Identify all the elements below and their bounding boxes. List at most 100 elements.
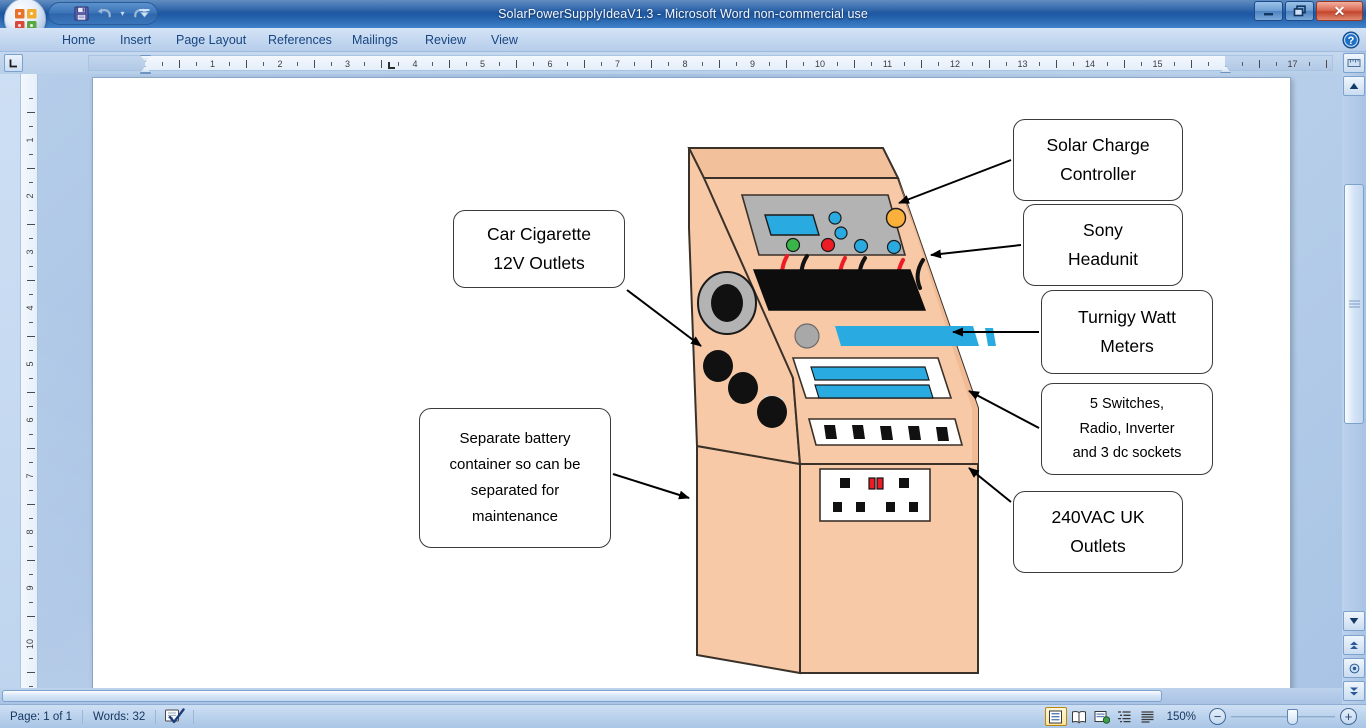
word-application-window: ▾ SolarPowerSupplyIdeaV1.3 - Microsoft W… <box>0 0 1366 728</box>
zoom-slider[interactable] <box>1231 707 1335 727</box>
callout-line: Separate battery <box>459 430 571 448</box>
ruler-tick-mark <box>988 60 990 68</box>
callout-line: Headunit <box>1067 249 1139 269</box>
ruler-tick-mark <box>195 62 197 66</box>
vertical-ruler-tick-mark <box>27 392 35 393</box>
headunit-volume-knob <box>794 323 820 349</box>
full-screen-reading-icon <box>1071 710 1086 723</box>
vertical-ruler-tick-mark <box>27 616 35 617</box>
toggle-ruler-button[interactable] <box>1343 53 1365 73</box>
select-browse-object-button[interactable] <box>1343 658 1365 678</box>
led-red <box>820 237 836 253</box>
ruler-tick-mark <box>1326 60 1328 68</box>
document-page[interactable]: Solar Charge Controller Sony Headunit Tu… <box>92 77 1291 689</box>
vertical-ruler-tick-mark <box>27 168 35 169</box>
callout-line: 240VAC UK <box>1051 507 1145 528</box>
web-layout-view-button[interactable] <box>1091 707 1113 726</box>
callout-line: Sony <box>1083 220 1123 241</box>
callout-line: Turnigy Watt <box>1078 307 1176 328</box>
proofing-status-button[interactable] <box>156 707 193 726</box>
watt-meter-display-2 <box>814 384 934 399</box>
vertical-ruler-tick-mark <box>29 182 33 183</box>
zoom-slider-thumb[interactable] <box>1287 708 1298 725</box>
ruler-tick-label: 10 <box>814 59 825 69</box>
tab-selector-button[interactable] <box>4 54 23 72</box>
callout-solar-charge-controller[interactable]: Solar Charge Controller <box>1013 119 1183 201</box>
ruler-tick-mark <box>786 60 788 68</box>
draft-view-button[interactable] <box>1137 707 1159 726</box>
ruler-tick-mark <box>735 62 737 66</box>
ruler-tick-mark <box>1140 62 1142 66</box>
restore-button[interactable] <box>1285 1 1314 21</box>
tab-references[interactable]: References <box>258 28 342 52</box>
ruler-tick-mark <box>313 60 315 68</box>
proofing-errors-icon <box>165 707 185 723</box>
zoom-in-button[interactable]: + <box>1340 708 1357 725</box>
uk-outlet-1-neutral <box>856 502 865 512</box>
tab-stop-marker[interactable] <box>388 62 395 69</box>
callout-turnigy-watt-meters[interactable]: Turnigy Watt Meters <box>1041 290 1213 374</box>
scroll-up-button[interactable] <box>1343 76 1365 96</box>
vertical-ruler-tick-mark <box>29 658 33 659</box>
vertical-ruler-tick-label: 6 <box>25 417 35 423</box>
zoom-slider-track <box>1231 715 1335 718</box>
help-button[interactable]: ? <box>1342 31 1360 49</box>
vertical-ruler-tick-mark <box>29 602 33 603</box>
ruler-tick-label: 12 <box>949 59 960 69</box>
vertical-ruler-tick-mark <box>29 266 33 267</box>
scroll-down-button[interactable] <box>1343 611 1365 631</box>
zoom-out-button[interactable]: − <box>1209 708 1226 725</box>
save-button[interactable] <box>71 4 91 23</box>
horizontal-scrollbar[interactable] <box>0 688 1342 704</box>
tab-mailings[interactable]: Mailings <box>342 28 408 52</box>
undo-dropdown-arrow: ▾ <box>120 8 125 18</box>
minimize-icon <box>1264 12 1273 15</box>
vertical-scroll-thumb[interactable] <box>1344 184 1364 424</box>
uk-outlet-1-earth <box>840 478 850 488</box>
vertical-ruler-tick-mark <box>29 350 33 351</box>
vertical-ruler-tick-mark <box>29 630 33 631</box>
outline-view-button[interactable] <box>1114 707 1136 726</box>
horizontal-ruler[interactable]: 1 2 3 4 5 6 7 8 9 10 11 12 13 14 15 17 <box>88 55 1333 78</box>
office-button[interactable] <box>4 0 46 28</box>
customize-quick-access-toolbar-button[interactable] <box>136 4 153 22</box>
callout-sony-headunit[interactable]: Sony Headunit <box>1023 204 1183 286</box>
print-layout-view-button[interactable] <box>1044 707 1067 726</box>
callout-240vac-uk-outlets[interactable]: 240VAC UK Outlets <box>1013 491 1183 573</box>
callout-switches-radio-inverter[interactable]: 5 Switches, Radio, Inverter and 3 dc soc… <box>1041 383 1213 475</box>
word-count-indicator[interactable]: Words: 32 <box>83 708 155 726</box>
ruler-tick-mark <box>1208 62 1210 66</box>
double-arrow-down-icon <box>1350 687 1358 695</box>
tab-review[interactable]: Review <box>415 28 476 52</box>
ruler-tick-mark <box>1309 62 1311 66</box>
scroll-grip-icon <box>1348 299 1360 308</box>
save-icon <box>73 6 89 21</box>
tab-page-layout[interactable]: Page Layout <box>166 28 256 52</box>
next-page-button[interactable] <box>1343 681 1365 701</box>
undo-dropdown-button[interactable]: ▾ <box>117 4 128 23</box>
vertical-ruler-tick-mark <box>29 238 33 239</box>
callout-line: container so can be <box>449 456 581 474</box>
callout-car-cigarette-outlets[interactable]: Car Cigarette 12V Outlets <box>453 210 625 288</box>
vertical-scrollbar[interactable] <box>1342 52 1366 704</box>
close-button[interactable]: ✕ <box>1316 1 1363 21</box>
vertical-ruler[interactable]: 1 2 3 4 5 6 7 8 9 10 <box>20 74 38 699</box>
full-screen-reading-view-button[interactable] <box>1068 707 1090 726</box>
callout-separate-battery-container[interactable]: Separate battery container so can be sep… <box>419 408 611 548</box>
horizontal-scroll-thumb[interactable] <box>2 690 1162 702</box>
undo-button[interactable] <box>94 4 114 23</box>
tab-insert[interactable]: Insert <box>110 28 161 52</box>
vertical-ruler-tick-mark <box>29 378 33 379</box>
chevron-down-icon <box>139 8 150 18</box>
page-indicator[interactable]: Page: 1 of 1 <box>0 708 82 726</box>
horizontal-ruler-zone: 1 2 3 4 5 6 7 8 9 10 11 12 13 14 15 17 <box>0 52 1366 78</box>
previous-page-button[interactable] <box>1343 635 1365 655</box>
ruler-tick-mark <box>1123 60 1125 68</box>
browse-object-icon <box>1349 663 1359 673</box>
zoom-level-label[interactable]: 150% <box>1159 711 1204 723</box>
ruler-margin-shade <box>89 56 145 70</box>
tab-view[interactable]: View <box>481 28 528 52</box>
ruler-tick-label: 7 <box>614 59 620 69</box>
minimize-button[interactable] <box>1254 1 1283 21</box>
tab-home[interactable]: Home <box>52 28 105 52</box>
